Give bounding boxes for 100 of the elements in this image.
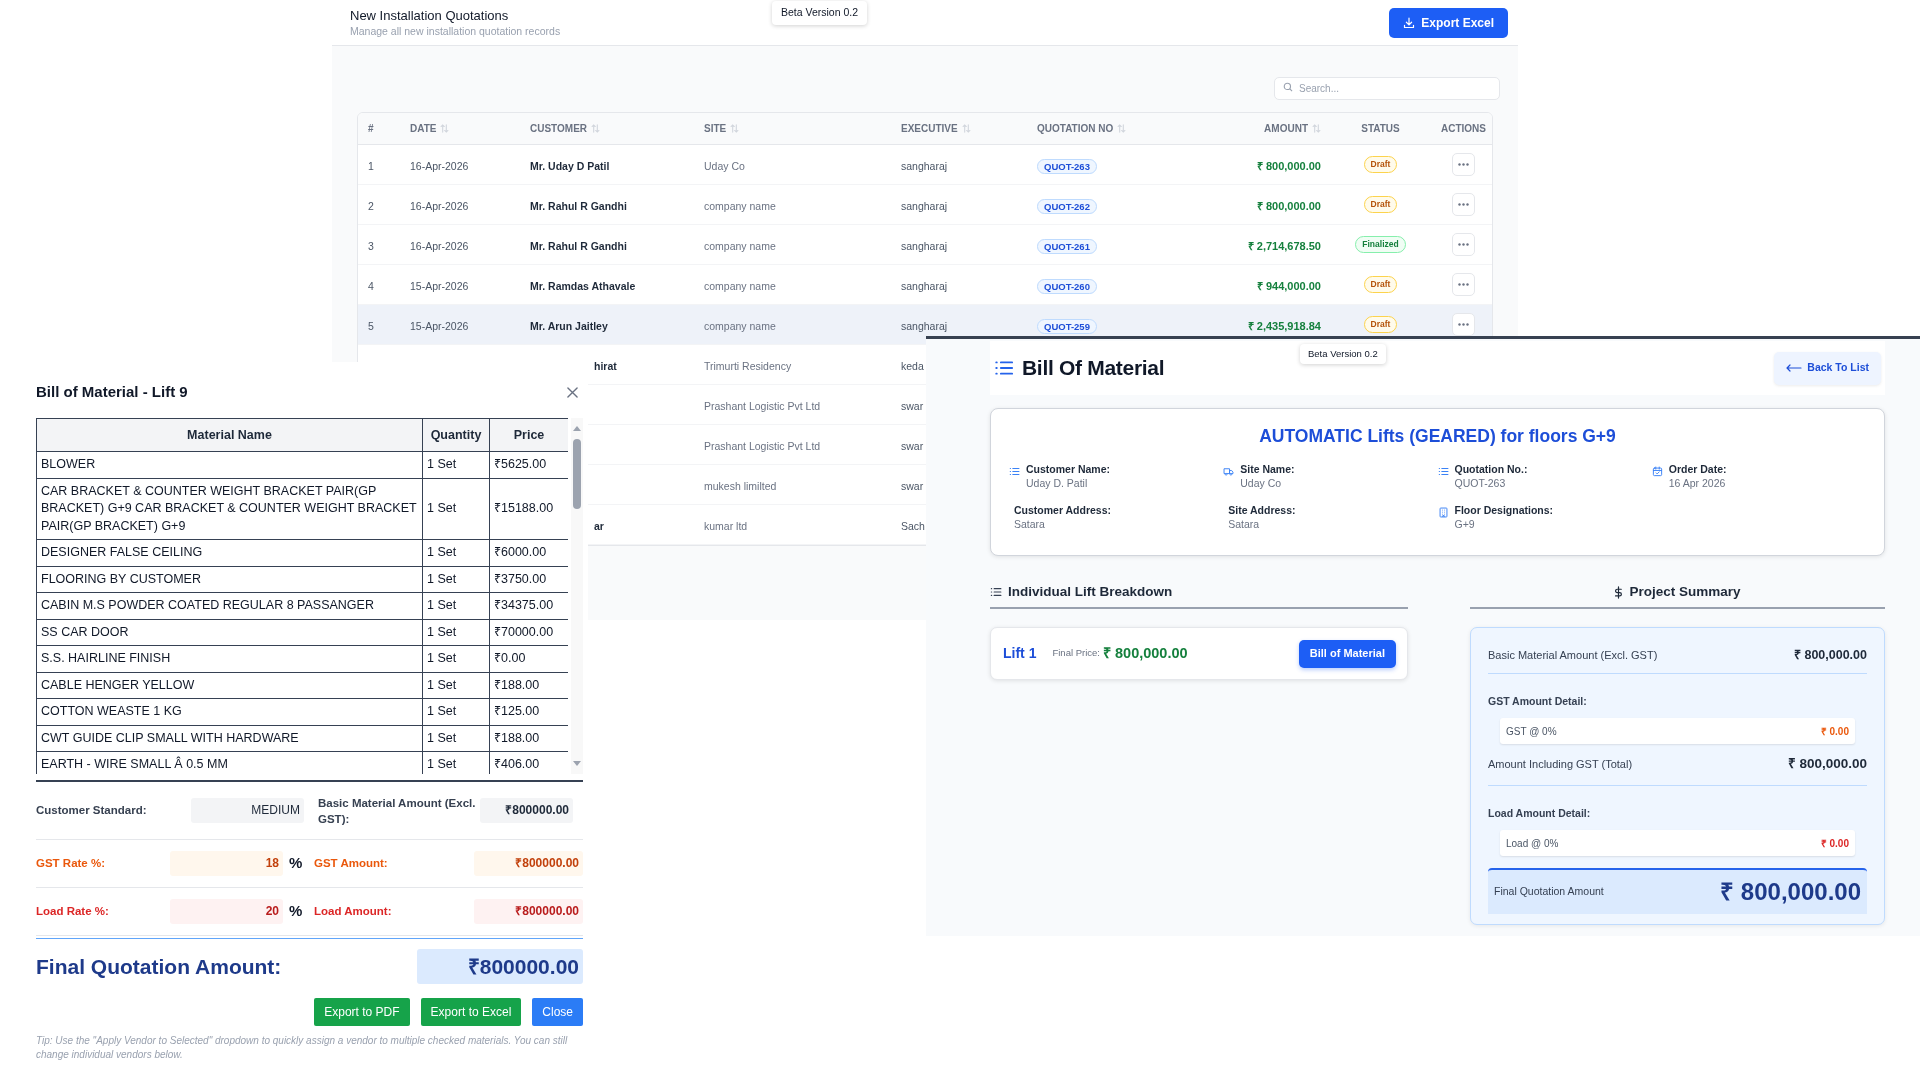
export-excel-button[interactable]: Export Excel: [1389, 8, 1508, 38]
info-value: Uday Co: [1240, 476, 1283, 491]
table-cell: 15-Apr-2026: [410, 279, 469, 292]
column-header: AMOUNT: [1264, 122, 1308, 136]
unit-label: %: [288, 853, 304, 874]
info-label: Quotation No.:: [1454, 463, 1528, 477]
table-cell: Sach: [901, 519, 925, 532]
bill-of-material-button[interactable]: Bill of Material: [1298, 639, 1396, 668]
column-header: Quantity: [422, 418, 490, 452]
table-cell: 1 Set: [422, 451, 490, 478]
field-label: GST Rate %:: [36, 855, 106, 871]
table-cell: 1 Set: [422, 698, 490, 725]
table-cell: company name: [704, 319, 776, 332]
table-cell: swar: [901, 399, 924, 412]
quotation-number[interactable]: QUOT-262: [1037, 198, 1097, 214]
column-header: #: [368, 122, 374, 136]
table-cell: kumar ltd: [704, 519, 748, 532]
table-cell: EARTH - WIRE SMALL Â 0.5 MM: [36, 751, 423, 774]
status-badge: Draft: [1363, 316, 1398, 333]
actions-button[interactable]: [1452, 313, 1475, 336]
version-badge: Beta Version 0.2: [772, 1, 868, 25]
action-button[interactable]: Export to Excel: [420, 998, 522, 1026]
list-icon: [994, 358, 1014, 378]
value-field: ₹800000.00: [474, 899, 583, 924]
value-field: ₹800000.00: [474, 851, 583, 876]
table-cell: 1 Set: [422, 592, 490, 619]
amount: ₹ 944,000.00: [1256, 279, 1321, 292]
info-value: Satara: [1228, 517, 1261, 532]
table-cell: keda: [901, 359, 924, 372]
table-cell: S.S. HAIRLINE FINISH: [36, 645, 423, 672]
column-header: QUOTATION NO: [1037, 122, 1114, 136]
quotation-number[interactable]: QUOT-263: [1037, 158, 1097, 174]
input-field[interactable]: 20: [170, 899, 283, 924]
quotation-number[interactable]: QUOT-261: [1037, 238, 1097, 254]
column-header: DATE: [410, 122, 437, 136]
info-label: Customer Name:: [1026, 463, 1111, 477]
customer-name: Mr. Uday D Patil: [530, 159, 610, 172]
table-cell: 15-Apr-2026: [410, 319, 469, 332]
amount: ₹ 800,000.00: [1256, 159, 1321, 172]
close-button[interactable]: [565, 385, 579, 399]
actions-button[interactable]: [1452, 273, 1475, 296]
table-cell: 1 Set: [422, 478, 490, 540]
action-button[interactable]: Export to PDF: [314, 998, 410, 1026]
column-header: SITE: [704, 122, 727, 136]
customer-name: ar: [594, 519, 604, 532]
quotation-number[interactable]: QUOT-259: [1037, 318, 1097, 334]
table-cell: CAR BRACKET & COUNTER WEIGHT BRACKET PAIR(GP BRACKET) G+9 CAR BRACKET & COUNTER WEIGHT BRACKET PAIR(GP BRACKET) G+9: [36, 478, 423, 540]
info-value: Uday D. Patil: [1026, 476, 1089, 491]
table-cell: 1: [368, 159, 374, 172]
back-button[interactable]: Back To List: [1774, 351, 1881, 385]
info-label: Floor Designations:: [1454, 504, 1554, 518]
summary-label: Load Amount Detail:: [1488, 807, 1591, 819]
info-label: Order Date:: [1668, 463, 1727, 477]
lift-price: ₹ 800,000.00: [1102, 643, 1188, 663]
table-cell: Prashant Logistic Pvt Ltd: [704, 399, 821, 412]
scrollbar[interactable]: [571, 418, 583, 774]
table-cell: 1 Set: [422, 619, 490, 646]
list-icon: [1437, 466, 1449, 478]
table-cell: 5: [368, 319, 374, 332]
table-cell: Trimurti Residency: [704, 359, 792, 372]
amount: ₹ 2,714,678.50: [1247, 239, 1321, 252]
action-button[interactable]: Close: [532, 998, 583, 1026]
final-amount-label: Final Quotation Amount:: [36, 953, 282, 980]
value-field: MEDIUM: [191, 798, 304, 823]
more-icon: [1458, 323, 1469, 326]
field-label: Customer Standard:: [36, 802, 148, 818]
column-header: Price: [489, 418, 568, 452]
table-cell: COTTON WEASTE 1 KG: [36, 698, 423, 725]
search-icon: [1283, 82, 1293, 92]
table-cell: 16-Apr-2026: [410, 199, 469, 212]
table-cell: Prashant Logistic Pvt Ltd: [704, 439, 821, 452]
building-icon: [1437, 507, 1449, 519]
column-header: ACTIONS: [1441, 122, 1486, 136]
summary-value: ₹ 800,000.00: [1787, 755, 1867, 774]
input-field[interactable]: 18: [170, 851, 283, 876]
actions-button[interactable]: [1452, 153, 1475, 176]
table-cell: 1 Set: [422, 539, 490, 566]
section-heading: Project Summary: [1629, 582, 1741, 601]
amount: ₹ 2,435,918.84: [1247, 319, 1321, 332]
modal-title: Bill of Material - Lift 9: [36, 381, 188, 402]
actions-button[interactable]: [1452, 233, 1475, 256]
table-cell: 1 Set: [422, 672, 490, 699]
field-label: GST Amount:: [313, 855, 389, 871]
info-label: Customer Address:: [1014, 504, 1112, 518]
customer-name: Mr. Rahul R Gandhi: [530, 199, 627, 212]
dollar-icon: [1614, 585, 1624, 599]
table-cell: company name: [704, 199, 776, 212]
price-label: Final Price:: [1052, 646, 1100, 661]
download-icon: [1403, 17, 1416, 29]
table-cell: company name: [704, 279, 776, 292]
final-amount-value: ₹800000.00: [417, 949, 583, 984]
search-field[interactable]: Search...: [1274, 77, 1500, 100]
customer-name: Mr. Rahul R Gandhi: [530, 239, 627, 252]
quotation-number[interactable]: QUOT-260: [1037, 278, 1097, 294]
detail-value: ₹ 0.00: [1820, 836, 1849, 851]
project-title: AUTOMATIC Lifts (GEARED) for floors G+9: [1259, 426, 1616, 446]
actions-button[interactable]: [1452, 193, 1475, 216]
field-label: Load Rate %:: [36, 903, 110, 919]
info-value: Satara: [1014, 517, 1046, 532]
summary-value: ₹ 800,000.00: [1793, 647, 1867, 665]
